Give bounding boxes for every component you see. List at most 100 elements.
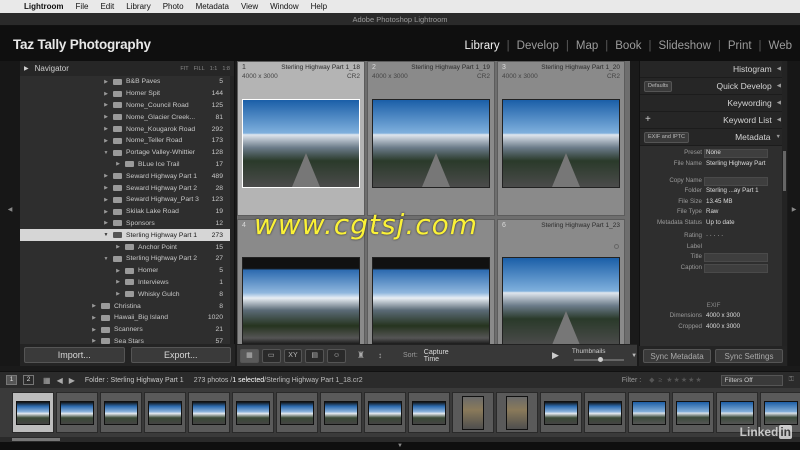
folder-row[interactable]: ▶ Seward Highway Part 1 489: [20, 170, 234, 182]
sort-select[interactable]: Capture Time: [424, 349, 463, 363]
photo-thumbnail[interactable]: [372, 99, 490, 188]
photo-thumbnail[interactable]: [242, 257, 360, 344]
disclosure-closed-icon[interactable]: ▶: [90, 303, 98, 309]
folder-row[interactable]: ▶ Skilak Lake Road 19: [20, 206, 234, 218]
grid-cell[interactable]: 1 Sterling Highway Part 1_18 4000 x 3000 CR…: [237, 61, 365, 216]
filmstrip-thumbnail[interactable]: [188, 392, 230, 433]
filmstrip-thumbnail[interactable]: [144, 392, 186, 433]
folder-row[interactable]: ▶ Scanners 21: [20, 324, 234, 336]
menu-file[interactable]: File: [76, 2, 89, 11]
app-menu[interactable]: Lightroom: [24, 2, 64, 11]
disclosure-open-icon[interactable]: ▼: [102, 150, 110, 156]
menu-window[interactable]: Window: [270, 2, 298, 11]
bottom-panel-toggle[interactable]: ▼: [0, 442, 800, 450]
folder-row[interactable]: ▶ B&B Paves 5: [20, 76, 234, 88]
filmstrip-thumbnail[interactable]: [364, 392, 406, 433]
source-folder-label[interactable]: Folder : Sterling Highway Part 1: [85, 377, 184, 384]
module-develop[interactable]: Develop: [515, 40, 561, 52]
secondary-window-button[interactable]: 2: [23, 375, 34, 385]
zoom-fit[interactable]: FIT: [180, 66, 188, 72]
filmstrip-thumbnail[interactable]: [100, 392, 142, 433]
menu-edit[interactable]: Edit: [100, 2, 114, 11]
folder-row[interactable]: ▶ Nome_Teller Road 173: [20, 135, 234, 147]
filmstrip-thumbnail[interactable]: [672, 392, 714, 433]
export-button[interactable]: Export...: [130, 347, 231, 363]
filmstrip-thumbnail[interactable]: [320, 392, 362, 433]
folder-row[interactable]: ▼ Sterling Highway Part 2 27: [20, 253, 234, 265]
thumbnail-size-slider[interactable]: Thumbnails: [572, 348, 624, 364]
survey-view-button[interactable]: ▤: [305, 348, 325, 363]
folder-row[interactable]: ▶ Interviews 1: [20, 277, 234, 289]
photo-thumbnail[interactable]: [372, 257, 490, 344]
back-arrow-icon[interactable]: ◀: [57, 376, 63, 385]
filmstrip-thumbnail[interactable]: [584, 392, 626, 433]
disclosure-closed-icon[interactable]: ▶: [90, 315, 98, 321]
add-keyword-icon[interactable]: +: [645, 114, 651, 125]
disclosure-open-icon[interactable]: ▼: [102, 232, 110, 238]
grid-cell[interactable]: 6 Sterling Highway Part 1_23: [497, 219, 625, 344]
navigator-header[interactable]: ▶ Navigator FIT FILL 1:1 1:8: [20, 61, 234, 76]
disclosure-closed-icon[interactable]: ▶: [114, 244, 122, 250]
folder-row[interactable]: ▼ Portage Valley-Whittier 128: [20, 147, 234, 159]
module-map[interactable]: Map: [574, 40, 600, 52]
menu-photo[interactable]: Photo: [163, 2, 184, 11]
folder-row[interactable]: ▶ Homer Spit 144: [20, 88, 234, 100]
metadata-set-select[interactable]: EXIF and IPTC: [644, 132, 689, 143]
zoom-1-1[interactable]: 1:1: [210, 66, 218, 72]
keywording-panel-header[interactable]: Keywording ◀: [640, 95, 787, 112]
disclosure-closed-icon[interactable]: ▶: [102, 173, 110, 179]
rating-filter-icons[interactable]: ◆ ≥ ★★★★★: [649, 376, 703, 384]
menu-view[interactable]: View: [241, 2, 258, 11]
left-panel-scrollbar[interactable]: [230, 76, 234, 366]
folder-row[interactable]: ▶ Homer 5: [20, 265, 234, 277]
folder-row[interactable]: ▶ Nome_Glacier Creek... 81: [20, 111, 234, 123]
filmstrip-thumbnail[interactable]: [232, 392, 274, 433]
disclosure-closed-icon[interactable]: ▶: [102, 102, 110, 108]
disclosure-closed-icon[interactable]: ▶: [102, 138, 110, 144]
disclosure-closed-icon[interactable]: ▶: [102, 79, 110, 85]
compare-view-button[interactable]: XY: [283, 348, 303, 363]
filmstrip-thumbnail[interactable]: [452, 392, 494, 433]
filmstrip-thumbnail[interactable]: [496, 392, 538, 433]
folder-row[interactable]: ▶ BLue Ice Trail 17: [20, 159, 234, 171]
menu-help[interactable]: Help: [311, 2, 327, 11]
filmstrip-thumbnail[interactable]: [540, 392, 582, 433]
quick-develop-panel-header[interactable]: Defaults Quick Develop ◀: [640, 78, 787, 95]
disclosure-closed-icon[interactable]: ▶: [90, 327, 98, 333]
disclosure-closed-icon[interactable]: ▶: [102, 209, 110, 215]
disclosure-closed-icon[interactable]: ▶: [102, 114, 110, 120]
module-book[interactable]: Book: [613, 40, 643, 52]
histogram-panel-header[interactable]: Histogram ◀: [640, 61, 787, 78]
disclosure-closed-icon[interactable]: ▶: [114, 279, 122, 285]
spray-can-icon[interactable]: ♜: [357, 350, 365, 361]
folder-row[interactable]: ▶ Sponsors 12: [20, 218, 234, 230]
sort-direction-icon[interactable]: ↕: [378, 351, 382, 360]
loupe-view-button[interactable]: ▭: [261, 348, 281, 363]
play-icon[interactable]: ▶: [552, 350, 559, 361]
metadata-input[interactable]: [704, 253, 768, 262]
sync-metadata-button[interactable]: Sync Metadata: [643, 349, 711, 363]
module-slideshow[interactable]: Slideshow: [656, 40, 712, 52]
folder-row[interactable]: ▶ Seward Highway_Part 3 123: [20, 194, 234, 206]
module-library[interactable]: Library: [463, 40, 502, 52]
disclosure-closed-icon[interactable]: ▶: [114, 291, 122, 297]
disclosure-closed-icon[interactable]: ▶: [102, 220, 110, 226]
filmstrip-thumbnail[interactable]: [12, 392, 54, 433]
folder-row[interactable]: ▼ Sterling Highway Part 1 273: [20, 229, 234, 242]
scrollbar-thumb[interactable]: [12, 438, 60, 441]
scrollbar-thumb[interactable]: [783, 151, 786, 191]
lock-icon[interactable]: ⚿: [789, 376, 794, 384]
disclosure-closed-icon[interactable]: ▶: [114, 161, 122, 167]
grid-cell[interactable]: 3 Sterling Highway Part 1_20 4000 x 3000 CR…: [497, 61, 625, 216]
filmstrip-thumbnail[interactable]: [408, 392, 450, 433]
main-window-button[interactable]: 1: [6, 375, 17, 385]
metadata-input[interactable]: [704, 176, 768, 186]
sync-settings-button[interactable]: Sync Settings: [715, 349, 783, 363]
filmstrip-thumbnail[interactable]: [628, 392, 670, 433]
quick-develop-preset-select[interactable]: Defaults: [644, 81, 673, 92]
disclosure-closed-icon[interactable]: ▶: [102, 126, 110, 132]
zoom-fill[interactable]: FILL: [194, 66, 205, 72]
folder-row[interactable]: ▶ Christina 8: [20, 300, 234, 312]
metadata-input[interactable]: [704, 263, 768, 273]
menu-library[interactable]: Library: [126, 2, 150, 11]
